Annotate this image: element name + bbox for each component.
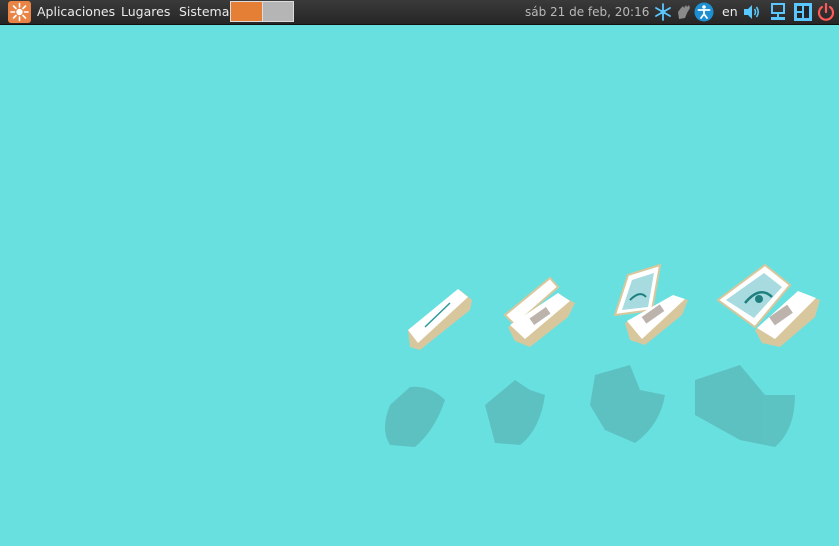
distro-logo-icon[interactable] (8, 1, 31, 23)
workspace-1[interactable] (231, 2, 262, 21)
accessibility-icon[interactable] (694, 2, 714, 22)
workspace-2[interactable] (261, 2, 293, 21)
power-icon[interactable] (816, 2, 836, 22)
network-icon[interactable] (768, 2, 788, 22)
workspace-switcher (230, 1, 294, 22)
snowflake-icon[interactable] (653, 2, 673, 22)
keyboard-layout-indicator[interactable]: en (722, 4, 738, 20)
top-panel: Aplicaciones Lugares Sistema sáb 21 de f… (0, 0, 839, 25)
volume-icon[interactable] (742, 2, 762, 22)
panel-clock[interactable]: sáb 21 de feb, 20:16 (525, 4, 649, 20)
update-icon[interactable] (793, 2, 813, 22)
hand-icon[interactable] (674, 2, 694, 22)
places-menu[interactable]: Lugares (121, 4, 170, 20)
wallpaper-laptops-illustration (385, 263, 820, 447)
applications-menu[interactable]: Aplicaciones (37, 4, 115, 20)
system-menu[interactable]: Sistema (179, 4, 229, 20)
